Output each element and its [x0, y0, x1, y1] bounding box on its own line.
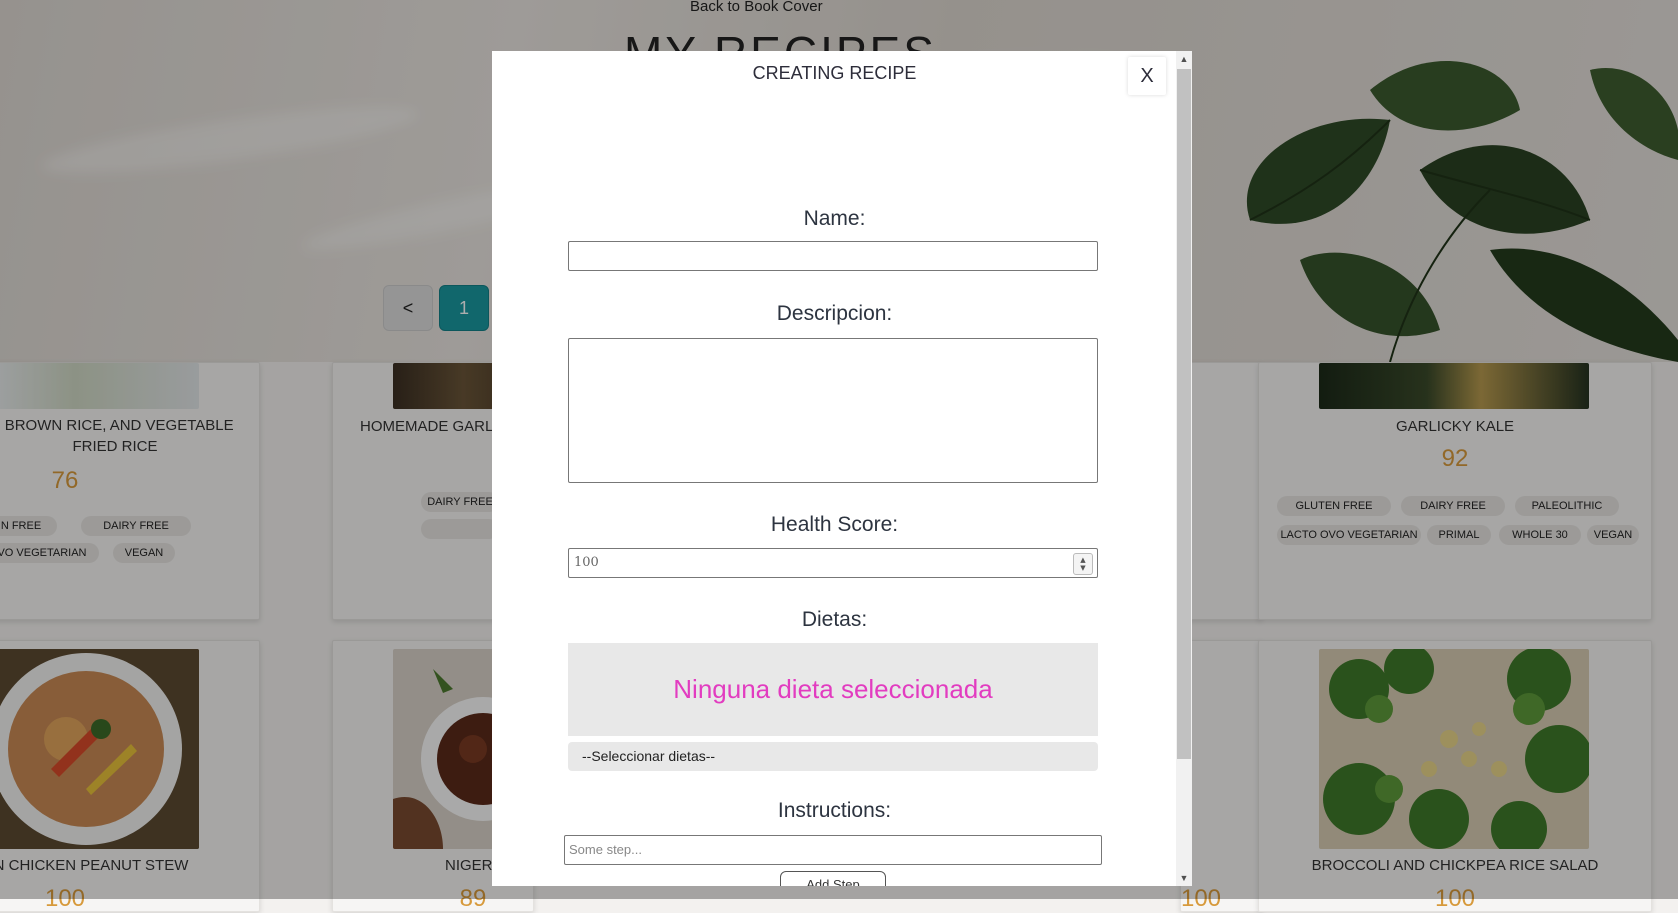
number-spinner-icon[interactable]: ▲ ▼ [1073, 553, 1093, 575]
name-input[interactable] [568, 241, 1098, 271]
health-score-value: 100 [574, 555, 599, 570]
scroll-up-icon[interactable]: ▲ [1176, 51, 1192, 67]
health-score-label: Health Score: [770, 513, 899, 536]
name-label: Name: [803, 207, 866, 230]
health-score-input[interactable]: 100 ▲ ▼ [568, 548, 1098, 578]
instructions-label: Instructions: [777, 799, 892, 822]
selected-diets-box: Ninguna dieta seleccionada [568, 643, 1098, 736]
modal-scrollbar[interactable]: ▲ ▼ [1176, 51, 1192, 886]
scroll-thumb[interactable] [1177, 69, 1191, 759]
close-button[interactable]: X [1128, 57, 1166, 95]
diet-select-dropdown[interactable]: --Seleccionar dietas-- [568, 742, 1098, 771]
step-input[interactable]: Some step... [564, 835, 1102, 865]
description-label: Descripcion: [776, 302, 893, 325]
scroll-down-icon[interactable]: ▼ [1176, 870, 1192, 886]
no-diets-message: Ninguna dieta seleccionada [673, 674, 993, 704]
modal-title: CREATING RECIPE [752, 63, 917, 83]
add-step-button[interactable]: Add Step [780, 871, 886, 886]
create-recipe-modal: CREATING RECIPE X Name: Descripcion: Hea… [492, 51, 1192, 886]
description-textarea[interactable] [568, 338, 1098, 483]
diets-label: Dietas: [801, 608, 868, 631]
